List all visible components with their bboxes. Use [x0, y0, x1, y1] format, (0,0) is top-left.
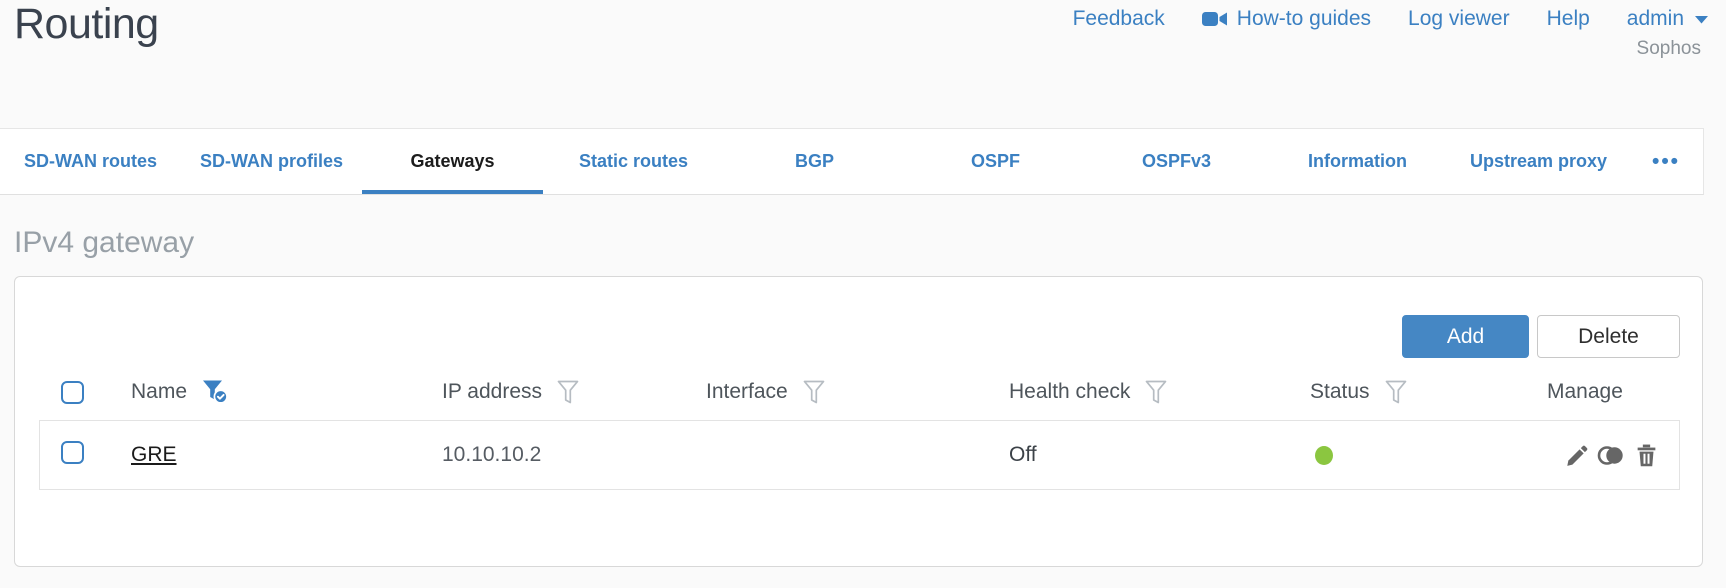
- ipv4-gateway-panel: Add Delete Name IP address Interface Hea…: [14, 276, 1703, 567]
- tab-gateways[interactable]: Gateways: [362, 129, 543, 194]
- delete-icon[interactable]: [1634, 443, 1659, 468]
- log-viewer-label: Log viewer: [1408, 7, 1510, 30]
- column-header-manage: Manage: [1547, 380, 1701, 404]
- column-header-health-check: Health check: [1009, 380, 1310, 405]
- table-toolbar: Add Delete: [1402, 315, 1680, 358]
- how-to-guides-link[interactable]: How-to guides: [1201, 7, 1372, 31]
- row-checkbox-cell: [40, 440, 131, 470]
- feedback-link[interactable]: Feedback: [1073, 7, 1165, 31]
- interface-filter-icon[interactable]: [803, 380, 825, 405]
- admin-menu[interactable]: admin: [1627, 7, 1708, 31]
- add-button[interactable]: Add: [1402, 315, 1529, 358]
- tab-bgp[interactable]: BGP: [724, 129, 905, 194]
- interface-column-label: Interface: [706, 380, 788, 403]
- help-label: Help: [1546, 7, 1590, 30]
- table-row: GRE 10.10.10.2 Off: [39, 420, 1680, 490]
- page-title: Routing: [14, 0, 159, 48]
- chevron-down-icon: [1695, 15, 1708, 24]
- header-checkbox-cell: [16, 380, 131, 404]
- tabs-overflow-button[interactable]: •••: [1629, 129, 1703, 194]
- edit-icon[interactable]: [1565, 443, 1590, 468]
- how-to-guides-label: How-to guides: [1236, 7, 1372, 30]
- tab-ospfv3[interactable]: OSPFv3: [1086, 129, 1267, 194]
- tab-information[interactable]: Information: [1267, 129, 1448, 194]
- tab-bar: SD-WAN routes SD-WAN profiles Gateways S…: [0, 128, 1704, 195]
- ip-address-column-label: IP address: [442, 380, 543, 403]
- gateway-name-link[interactable]: GRE: [131, 443, 177, 466]
- log-viewer-link[interactable]: Log viewer: [1408, 7, 1510, 31]
- status-filter-icon[interactable]: [1385, 380, 1407, 405]
- video-camera-icon: [1201, 10, 1228, 28]
- name-filter-active-icon[interactable]: [202, 379, 229, 405]
- delete-button[interactable]: Delete: [1537, 315, 1680, 358]
- column-header-ip-address: IP address: [442, 380, 706, 405]
- row-ip-cell: 10.10.10.2: [442, 443, 542, 466]
- row-checkbox[interactable]: [61, 440, 84, 464]
- column-header-name: Name: [131, 379, 442, 405]
- header-links: Feedback How-to guides Log viewer Help a…: [1073, 7, 1708, 31]
- feedback-label: Feedback: [1072, 7, 1165, 30]
- status-up-indicator: [1315, 445, 1333, 465]
- help-link[interactable]: Help: [1547, 7, 1590, 31]
- column-header-status: Status: [1310, 380, 1547, 405]
- header-utility-area: Feedback How-to guides Log viewer Help a…: [1073, 7, 1708, 60]
- tab-upstream-proxy[interactable]: Upstream proxy: [1448, 129, 1629, 194]
- manage-column-label: Manage: [1547, 380, 1623, 403]
- tab-sd-wan-profiles[interactable]: SD-WAN profiles: [181, 129, 362, 194]
- table-header: Name IP address Interface Health check S…: [16, 371, 1701, 413]
- routing-page: Routing Feedback How-to guides Log viewe…: [0, 0, 1726, 588]
- health-check-column-label: Health check: [1009, 380, 1131, 403]
- row-name-cell: GRE: [131, 443, 442, 467]
- name-column-label: Name: [131, 380, 188, 403]
- section-title: IPv4 gateway: [14, 226, 195, 259]
- admin-label: admin: [1626, 7, 1684, 30]
- status-column-label: Status: [1310, 380, 1370, 403]
- tab-sd-wan-routes[interactable]: SD-WAN routes: [0, 129, 181, 194]
- tab-ospf[interactable]: OSPF: [905, 129, 1086, 194]
- column-header-interface: Interface: [706, 380, 1009, 405]
- clone-icon[interactable]: [1597, 443, 1627, 468]
- tab-static-routes[interactable]: Static routes: [543, 129, 724, 194]
- health-check-filter-icon[interactable]: [1145, 380, 1167, 405]
- row-status-cell: [1310, 445, 1547, 465]
- row-manage-cell: [1565, 443, 1679, 468]
- select-all-checkbox[interactable]: [61, 380, 84, 404]
- row-health-check-cell: Off: [1009, 443, 1037, 466]
- ip-address-filter-icon[interactable]: [557, 380, 579, 405]
- brand-label: Sophos: [1636, 38, 1701, 59]
